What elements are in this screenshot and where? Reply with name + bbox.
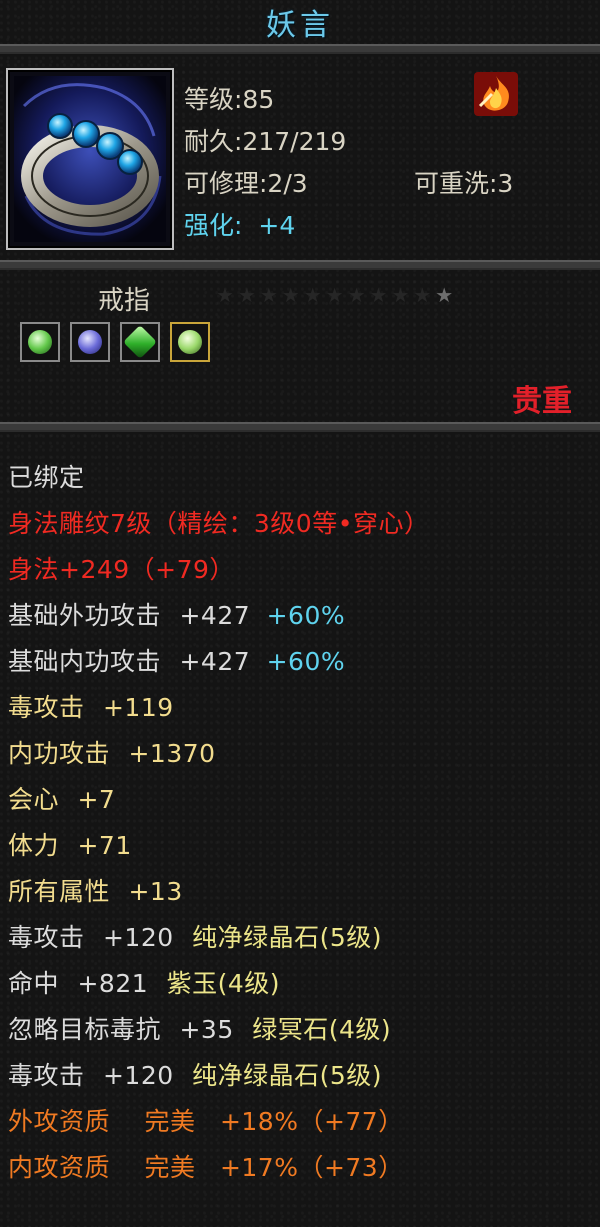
attr-label: 所有属性	[8, 877, 111, 906]
attr-label: 基础内功攻击	[8, 647, 162, 676]
ring-icon	[14, 76, 166, 242]
divider	[0, 422, 600, 432]
int-aptitude-line: 内攻资质 完美 +17%（+73）	[8, 1148, 404, 1184]
purple-gem-icon	[78, 330, 102, 354]
green-crystal-icon	[123, 325, 157, 359]
attr-value: +13	[128, 877, 183, 906]
attr-label: 毒攻击	[8, 693, 85, 722]
gem-slot-3[interactable]	[120, 322, 160, 362]
attr-value: +71	[77, 831, 132, 860]
attr-label: 忽略目标毒抗	[8, 1015, 162, 1044]
gem-name: 绿冥石(4级)	[252, 1015, 392, 1044]
attr-value: +17%（+73）	[219, 1153, 404, 1182]
attr-value: +1370	[128, 739, 216, 768]
star-rating-stars: ★★★★★★★★★★★	[216, 283, 458, 307]
gem-slot-1[interactable]	[20, 322, 60, 362]
attr-label: 命中	[8, 969, 60, 998]
attr-value: +427	[179, 647, 251, 676]
green-gem-icon	[178, 330, 202, 354]
rarity-label: 贵重	[512, 384, 572, 419]
attr-percent: +60%	[266, 601, 346, 630]
attr-value: +7	[77, 785, 116, 814]
item-title-bar: 妖言	[0, 0, 600, 44]
item-level: 等级:85	[184, 85, 275, 114]
item-repair-count: 可修理:2/3	[184, 169, 308, 198]
green-gem-icon	[28, 330, 52, 354]
ext-aptitude-line: 外攻资质 完美 +18%（+77）	[8, 1102, 404, 1138]
attr-value: +18%（+77）	[219, 1107, 404, 1136]
flame-icon	[474, 72, 518, 116]
all-attributes-line: 所有属性 +13	[8, 872, 183, 908]
stamina-line: 体力 +71	[8, 826, 132, 862]
gem-bonus-line: 毒攻击 +120 纯净绿晶石(5级)	[8, 918, 382, 954]
item-rewash-count: 可重洗:3	[414, 169, 514, 198]
gem-name: 紫玉(4级)	[166, 969, 281, 998]
divider	[0, 260, 600, 270]
item-enhance: 强化: +4	[184, 206, 295, 242]
divider	[0, 44, 600, 54]
base-int-attack-line: 基础内功攻击 +427 +60%	[8, 642, 345, 678]
int-attack-line: 内功攻击 +1370	[8, 734, 216, 770]
attr-label: 基础外功攻击	[8, 601, 162, 630]
attr-label: 毒攻击	[8, 1061, 85, 1090]
enhance-value: +4	[258, 211, 296, 240]
star-rating: ★★★★★★★★★★★	[216, 283, 457, 307]
gem-name: 纯净绿晶石(5级)	[192, 1061, 383, 1090]
attr-label: 会心	[8, 785, 60, 814]
attr-label: 体力	[8, 831, 60, 860]
gem-name: 纯净绿晶石(5级)	[192, 923, 383, 952]
aptitude-grade: 完美	[144, 1153, 196, 1182]
crit-line: 会心 +7	[8, 780, 115, 816]
attr-label: 外攻资质	[8, 1107, 111, 1136]
attr-value: +120	[102, 1061, 174, 1090]
item-icon-frame[interactable]	[6, 68, 174, 250]
item-name: 妖言	[266, 8, 334, 43]
attr-value: +119	[102, 693, 174, 722]
poison-attack-line: 毒攻击 +119	[8, 688, 174, 724]
item-type: 戒指	[98, 286, 151, 316]
item-durability: 耐久:217/219	[184, 127, 347, 156]
attr-value: +821	[77, 969, 149, 998]
attr-label: 内功攻击	[8, 739, 111, 768]
attr-value: +35	[179, 1015, 234, 1044]
agility-line: 身法+249（+79）	[8, 555, 235, 584]
gem-slot-4[interactable]	[170, 322, 210, 362]
engrave-line: 身法雕纹7级（精绘：3级0等•穿心）	[8, 509, 430, 538]
attr-value: +120	[102, 923, 174, 952]
gem-bonus-line: 忽略目标毒抗 +35 绿冥石(4级)	[8, 1010, 391, 1046]
bound-status: 已绑定	[8, 463, 85, 492]
base-ext-attack-line: 基础外功攻击 +427 +60%	[8, 596, 345, 632]
enhance-label: 强化:	[184, 211, 243, 240]
attr-label: 毒攻击	[8, 923, 85, 952]
gem-slot-2[interactable]	[70, 322, 110, 362]
attr-value: +427	[179, 601, 251, 630]
gem-bonus-line: 命中 +821 紫玉(4级)	[8, 964, 280, 1000]
attr-label: 内攻资质	[8, 1153, 111, 1182]
gem-bonus-line: 毒攻击 +120 纯净绿晶石(5级)	[8, 1056, 382, 1092]
attr-percent: +60%	[266, 647, 346, 676]
aptitude-grade: 完美	[144, 1107, 196, 1136]
